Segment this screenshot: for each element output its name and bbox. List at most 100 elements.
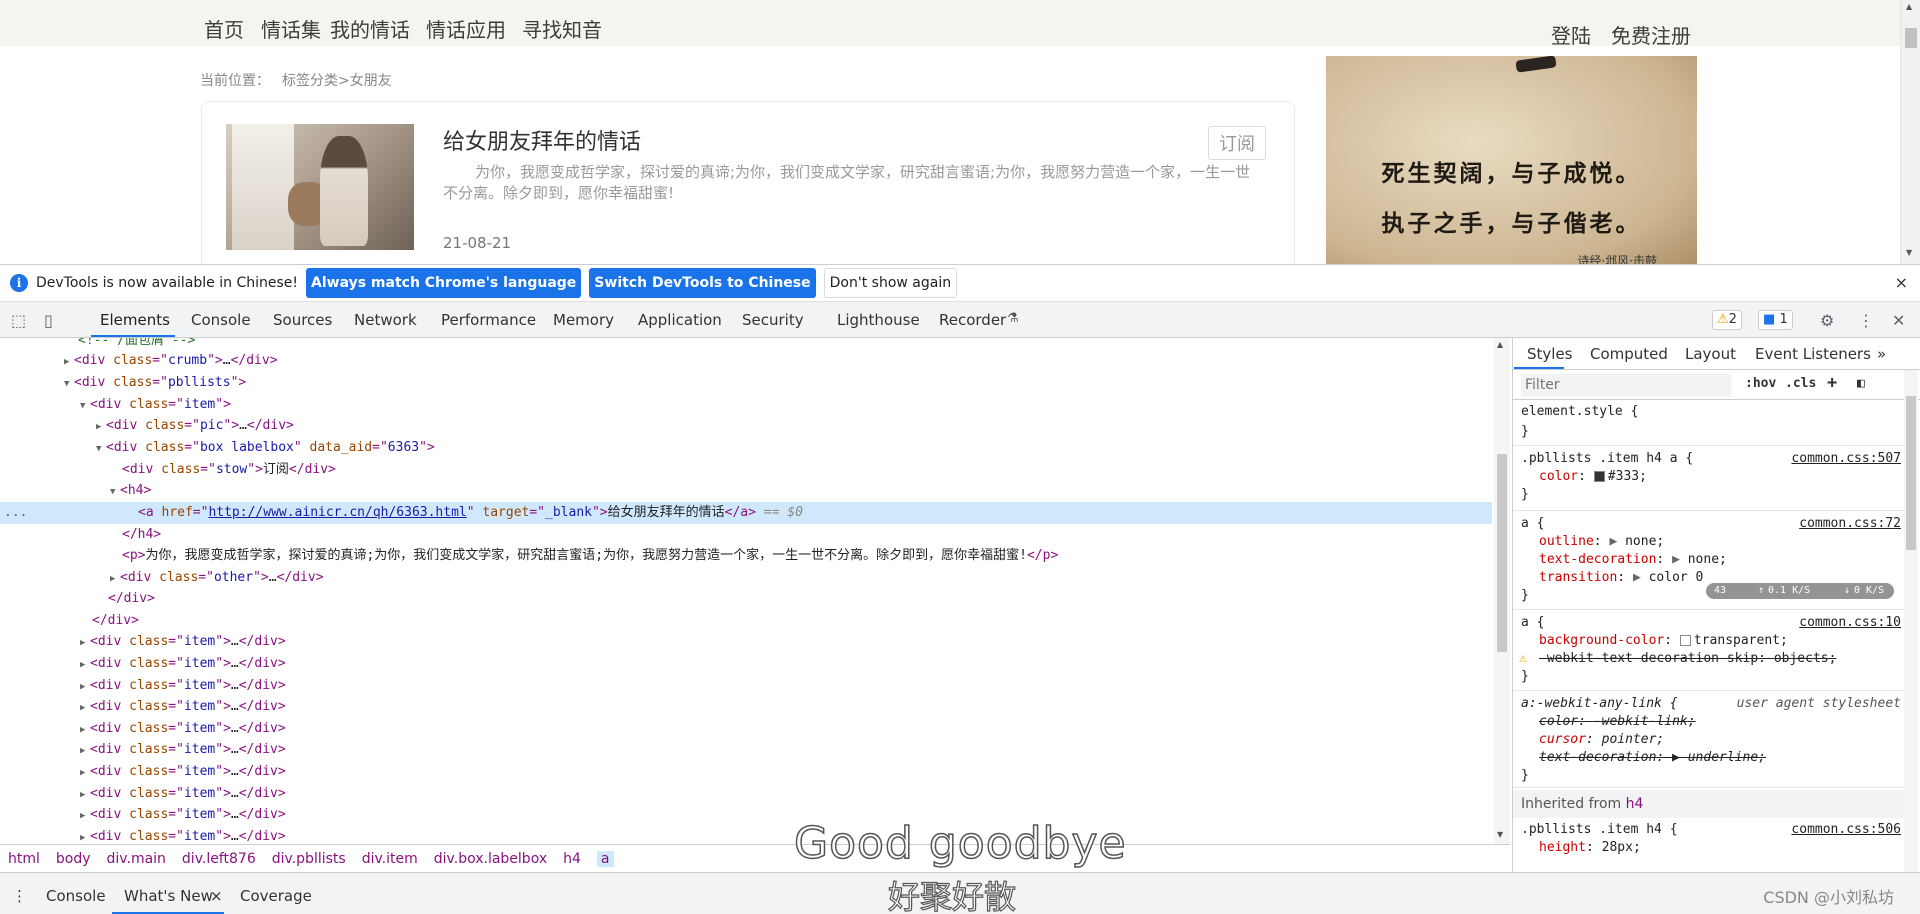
nav-home-link[interactable]: 首页 (204, 14, 244, 43)
hov-toggle[interactable]: :hov (1745, 376, 1776, 391)
scroll-down-icon[interactable]: ▼ (1497, 830, 1503, 839)
new-rule-plus-icon[interactable]: + (1827, 373, 1837, 393)
style-rule-user-agent[interactable]: a:-webkit-any-link { user agent styleshe… (1513, 692, 1909, 788)
breadcrumb-h4[interactable]: h4 (563, 851, 581, 867)
switch-chinese-button[interactable]: Switch DevTools to Chinese (589, 268, 816, 298)
match-language-button[interactable]: Always match Chrome's language (306, 268, 582, 298)
page-scrollbar[interactable]: ▲ ▼ (1900, 0, 1920, 264)
tab-memory[interactable]: Memory (553, 311, 614, 329)
style-rule-a-10[interactable]: a { common.css:10 background-color: tran… (1513, 611, 1909, 691)
styles-scroll-thumb[interactable] (1906, 396, 1916, 550)
cls-toggle[interactable]: .cls (1785, 376, 1816, 391)
drawer-tab-console[interactable]: Console (46, 887, 106, 905)
dom-line[interactable]: </div> (0, 610, 1492, 632)
source-link[interactable]: common.css:72 (1799, 516, 1901, 531)
breadcrumb-div-box[interactable]: div.box.labelbox (434, 851, 547, 867)
tab-application[interactable]: Application (638, 311, 722, 329)
tab-layout[interactable]: Layout (1685, 345, 1736, 363)
breadcrumb-div-pbllists[interactable]: div.pbllists (272, 851, 346, 867)
color-swatch[interactable] (1679, 635, 1691, 646)
dom-line[interactable]: </div> (0, 588, 1492, 610)
breadcrumb-body[interactable]: body (56, 851, 91, 867)
tab-recorder[interactable]: Recorder (939, 311, 1006, 329)
device-toolbar-icon[interactable]: ▯ (44, 311, 64, 330)
dom-line-stow[interactable]: <div class="stow">订阅</div> (0, 459, 1492, 481)
tab-styles[interactable]: Styles (1527, 345, 1573, 363)
inspect-element-icon[interactable]: ⬚ (11, 311, 31, 330)
inherited-tag-link[interactable]: h4 (1626, 796, 1644, 812)
tab-lighthouse[interactable]: Lighthouse (837, 311, 920, 329)
tab-performance[interactable]: Performance (441, 311, 536, 329)
tab-sources[interactable]: Sources (273, 311, 332, 329)
subscribe-button[interactable]: 订阅 (1208, 126, 1266, 160)
tab-security[interactable]: Security (742, 311, 804, 329)
scroll-up-icon[interactable]: ▲ (1906, 2, 1912, 11)
dont-show-again-button[interactable]: Don't show again (823, 268, 958, 298)
elements-scrollbar[interactable]: ▲ ▼ (1494, 338, 1510, 844)
toggle-sidebar-icon[interactable]: ◧ (1857, 376, 1865, 391)
dom-line-item[interactable]: ▶ <div class="item">…</div> (0, 696, 1492, 718)
tab-elements[interactable]: Elements (100, 311, 170, 329)
style-rule-element[interactable]: element.style { } (1513, 400, 1909, 446)
dom-line-other[interactable]: ▶ <div class="other">…</div> (0, 567, 1492, 589)
nav-find-link[interactable]: 寻找知音 (522, 14, 602, 43)
drawer-tab-close-icon[interactable]: × (210, 887, 223, 905)
dom-line-item[interactable]: ▶ <div class="item">…</div> (0, 653, 1492, 675)
drawer-tab-coverage[interactable]: Coverage (240, 887, 312, 905)
nav-collection-link[interactable]: 情话集 (261, 14, 321, 43)
dom-line-pbllists[interactable]: ▼ <div class="pbllists"> (0, 372, 1492, 394)
warnings-badge[interactable]: ⚠2 (1712, 310, 1742, 330)
tab-network[interactable]: Network (354, 311, 417, 329)
login-link[interactable]: 登陆 (1551, 20, 1591, 49)
source-link[interactable]: common.css:10 (1799, 615, 1901, 630)
close-devtools-icon[interactable]: ✕ (1892, 311, 1912, 330)
source-link[interactable]: common.css:507 (1791, 451, 1901, 466)
dom-line-item[interactable]: ▶ <div class="item">…</div> (0, 739, 1492, 761)
scroll-up-icon[interactable]: ▲ (1497, 340, 1503, 349)
dom-line-h4[interactable]: ▼ <h4> (0, 480, 1492, 502)
crumb-path[interactable]: 标签分类>女朋友 (282, 73, 392, 89)
dom-line-box[interactable]: ▼ <div class="box labelbox" data_aid="636… (0, 437, 1492, 459)
infobar-close-icon[interactable]: × (1895, 273, 1908, 292)
register-link[interactable]: 免费注册 (1611, 20, 1691, 49)
dom-line-item[interactable]: ▶ <div class="item">…</div> (0, 631, 1492, 653)
source-link[interactable]: common.css:506 (1791, 822, 1901, 837)
dom-line-item[interactable]: ▶ <div class="item">…</div> (0, 718, 1492, 740)
settings-gear-icon[interactable]: ⚙ (1820, 311, 1840, 330)
breadcrumb-div-main[interactable]: div.main (107, 851, 166, 867)
drawer-tab-whats-new[interactable]: What's New (124, 887, 213, 905)
nav-apps-link[interactable]: 情话应用 (426, 14, 506, 43)
breadcrumb-div-item[interactable]: div.item (362, 851, 418, 867)
drawer-menu-icon[interactable]: ⋮ (12, 887, 27, 905)
color-swatch[interactable] (1593, 471, 1605, 482)
style-rule-pbllists-a[interactable]: .pbllists .item h4 a { common.css:507 co… (1513, 447, 1909, 511)
tab-computed[interactable]: Computed (1590, 345, 1668, 363)
breadcrumb-a[interactable]: a (596, 850, 614, 867)
poem-banner[interactable]: 死生契阔，与子成悦。 执子之手，与子偕老。 诗经·邶风·击鼓 (1326, 56, 1697, 264)
breadcrumb-html[interactable]: html (8, 851, 40, 867)
messages-badge[interactable]: ■ 1 (1758, 310, 1793, 330)
dom-line-item[interactable]: ▶ <div class="item">…</div> (0, 783, 1492, 805)
dom-line-item[interactable]: ▼ <div class="item"> (0, 394, 1492, 416)
dom-line-item[interactable]: ▶ <div class="item">…</div> (0, 804, 1492, 826)
styles-filter-input[interactable] (1521, 374, 1731, 396)
dom-line-item[interactable]: ▶ <div class="item">…</div> (0, 675, 1492, 697)
tab-event-listeners[interactable]: Event Listeners (1755, 345, 1871, 363)
dom-line[interactable]: </h4> (0, 524, 1492, 546)
more-menu-icon[interactable]: ⋮ (1858, 311, 1878, 330)
nav-my-link[interactable]: 我的情话 (330, 14, 410, 43)
dom-line-selected-anchor[interactable]: ... <a href="http://www.ainicr.cn/qh/6363… (0, 502, 1492, 524)
more-tabs-icon[interactable]: » (1877, 345, 1886, 363)
article-title[interactable]: 给女朋友拜年的情话 (443, 124, 641, 156)
dom-line-item[interactable]: ▶ <div class="item">…</div> (0, 826, 1492, 844)
scroll-down-icon[interactable]: ▼ (1906, 248, 1912, 257)
dom-line-p[interactable]: <p>为你，我愿变成哲学家，探讨爱的真谛;为你，我们变成文学家，研究甜言蜜语;为… (0, 545, 1492, 567)
dom-line-item[interactable]: ▶ <div class="item">…</div> (0, 761, 1492, 783)
dom-line-crumb[interactable]: ▶ <div class="crumb">…</div> (0, 350, 1492, 372)
article-thumbnail[interactable] (226, 124, 414, 250)
page-scroll-thumb[interactable] (1905, 28, 1917, 48)
breadcrumb-div-left876[interactable]: div.left876 (182, 851, 256, 867)
dom-line-pic[interactable]: ▶ <div class="pic">…</div> (0, 415, 1492, 437)
style-rule-pbllists-h4[interactable]: .pbllists .item h4 { common.css:506 heig… (1513, 818, 1909, 872)
styles-scrollbar[interactable] (1904, 370, 1918, 874)
